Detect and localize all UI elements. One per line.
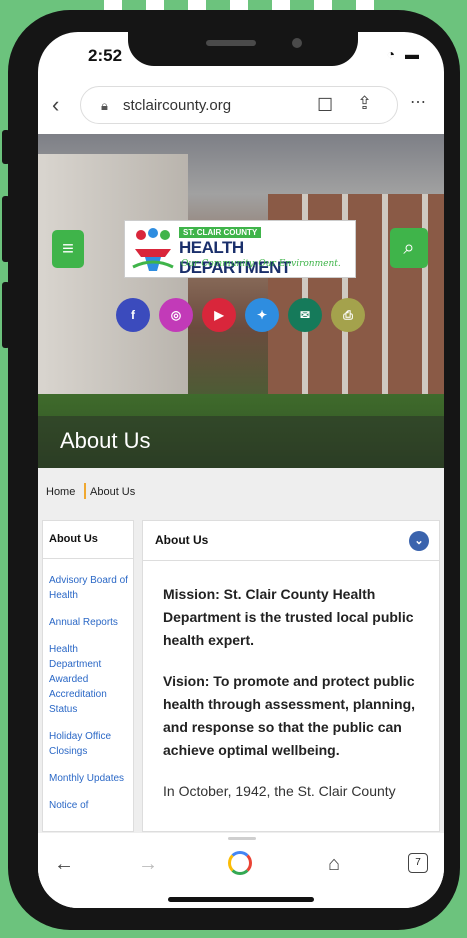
hero-banner: ≡ ST. CLAIR COUNTY HEALTH DEPARTMENT Our…	[38, 134, 444, 468]
bookmark-icon[interactable]: ☐	[317, 95, 333, 116]
print-icon[interactable]: ⎙	[331, 298, 365, 332]
share-icon[interactable]: ⇪	[357, 93, 372, 114]
hamburger-menu-button[interactable]: ≡	[52, 230, 84, 268]
mission-statement: Mission: St. Clair County Health Departm…	[163, 586, 414, 648]
logo-tagline: Our Community. Our Environment.	[181, 259, 341, 269]
social-links: f ◎ ▶ ✦ ✉ ⎙	[116, 298, 366, 332]
back-arrow-icon[interactable]: ←	[54, 853, 74, 876]
logo-main-text: HEALTH DEPARTMENT	[179, 238, 291, 277]
wifi-icon: ◔	[386, 46, 399, 62]
tabs-count-button[interactable]: 7	[408, 853, 428, 873]
email-icon[interactable]: ✉	[288, 298, 322, 332]
instagram-icon[interactable]: ◎	[159, 298, 193, 332]
breadcrumb-home[interactable]: Home	[46, 486, 75, 498]
building-photo-left	[38, 154, 188, 414]
hamburger-icon: ≡	[62, 238, 74, 260]
home-icon[interactable]: ⌂	[328, 853, 340, 876]
address-field[interactable]: 🔒︎ stclaircounty.org ☐ ⇪	[80, 86, 398, 124]
page-title-band: About Us	[38, 416, 444, 468]
main-heading: About Us	[155, 533, 209, 547]
breadcrumb-separator	[84, 483, 86, 499]
google-lens-icon[interactable]	[228, 851, 252, 875]
status-icons: ◔ ▬	[387, 46, 422, 62]
facebook-icon[interactable]: f	[116, 298, 150, 332]
sheet-handle	[228, 837, 256, 840]
logo-figures-icon	[132, 228, 174, 271]
forward-arrow-icon[interactable]: →	[138, 853, 158, 876]
main-content-panel: About Us ⌄ Mission: St. Clair County Hea…	[142, 520, 440, 832]
youtube-icon[interactable]: ▶	[202, 298, 236, 332]
search-icon: ⌕	[403, 237, 415, 259]
browser-url-bar: ‹ 🔒︎ stclaircounty.org ☐ ⇪ ⋯	[38, 82, 444, 126]
vision-statement: Vision: To promote and protect public he…	[163, 673, 416, 758]
url-text[interactable]: stclaircounty.org	[123, 97, 231, 114]
sidebar-link-annual-reports[interactable]: Annual Reports	[49, 615, 129, 630]
twitter-icon[interactable]: ✦	[245, 298, 279, 332]
home-indicator	[168, 897, 314, 902]
phone-screen: 2:52 ◔ ▬ ‹ 🔒︎ stclaircounty.org ☐ ⇪ ⋯ ≡	[38, 32, 444, 908]
page-title: About Us	[60, 428, 151, 453]
chevron-down-icon[interactable]: ⌄	[409, 531, 429, 551]
logo-county-text: ST. CLAIR COUNTY	[179, 227, 262, 238]
breadcrumb-current: About Us	[90, 486, 136, 498]
sidebar-heading: About Us	[43, 521, 133, 559]
sidebar-link-accreditation[interactable]: Health Department Awarded Accreditation …	[49, 642, 129, 717]
sidebar-link-monthly-updates[interactable]: Monthly Updates	[49, 771, 129, 786]
lock-icon: 🔒︎	[101, 98, 108, 113]
sidebar-link-holiday-closings[interactable]: Holiday Office Closings	[49, 729, 129, 759]
main-heading-bar[interactable]: About Us ⌄	[143, 521, 439, 561]
more-icon[interactable]: ⋯	[410, 92, 426, 112]
history-paragraph: In October, 1942, the St. Clair County	[163, 783, 396, 799]
status-time: 2:52	[88, 46, 123, 65]
back-chevron-icon[interactable]: ‹	[52, 92, 59, 118]
sidebar-link-notice[interactable]: Notice of	[49, 798, 129, 813]
sidebar-nav: About Us Advisory Board of Health Annual…	[42, 520, 134, 832]
phone-notch	[128, 32, 358, 66]
search-button[interactable]: ⌕	[390, 228, 428, 268]
site-logo[interactable]: ST. CLAIR COUNTY HEALTH DEPARTMENT Our C…	[124, 220, 356, 278]
breadcrumb: Home About Us	[38, 468, 444, 512]
battery-icon: ▬	[405, 46, 422, 62]
browser-bottom-toolbar: ← → ⌂ 7	[38, 832, 444, 908]
sidebar-link-advisory-board[interactable]: Advisory Board of Health	[49, 573, 129, 603]
